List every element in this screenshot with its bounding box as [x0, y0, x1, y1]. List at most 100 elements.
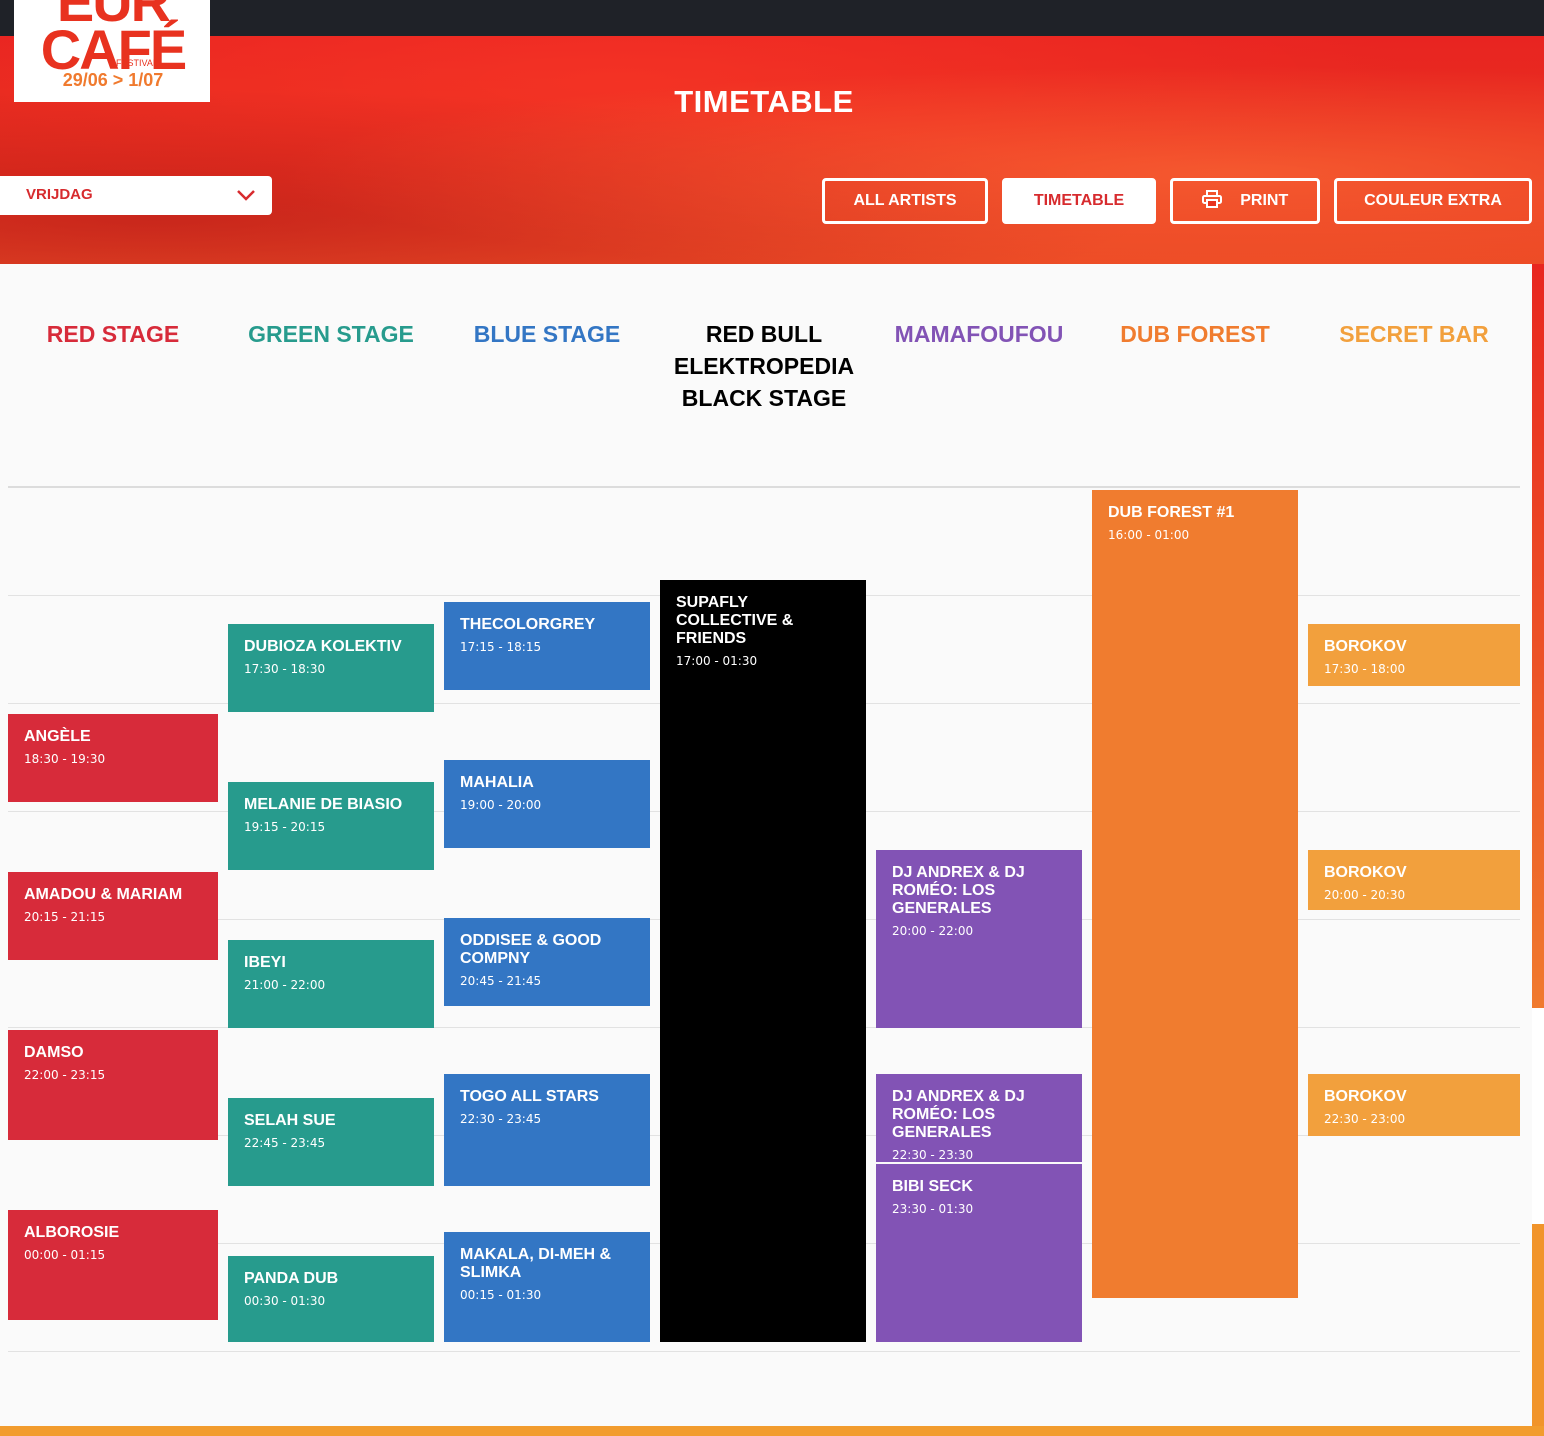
- performance-time: 22:30 - 23:45: [460, 1112, 542, 1126]
- artist-name: BIBI SECK: [892, 1178, 973, 1195]
- performance-slot[interactable]: DUBIOZA KOLEKTIV 17:30 - 18:30: [228, 624, 434, 712]
- chevron-down-icon: [237, 190, 255, 201]
- stage-header-black[interactable]: RED BULL ELEKTROPEDIA BLACK STAGE: [659, 318, 869, 414]
- performance-slot[interactable]: DUB FOREST #1 16:00 - 01:00: [1092, 490, 1298, 1298]
- printer-icon: [1201, 189, 1222, 208]
- all-artists-label: ALL ARTISTS: [853, 192, 957, 209]
- performance-time: 17:00 - 01:30: [676, 654, 758, 668]
- artist-name: BOROKOV: [1324, 638, 1407, 655]
- performance-slot[interactable]: MAHALIA 19:00 - 20:00: [444, 760, 650, 848]
- stage-header-label: BLUE STAGE: [473, 321, 621, 347]
- performance-time: 17:15 - 18:15: [460, 640, 542, 654]
- stage-header-purple[interactable]: MAMAFOUFOU: [874, 318, 1084, 350]
- performance-slot[interactable]: ANGÈLE 18:30 - 19:30: [8, 714, 218, 802]
- performance-slot[interactable]: IBEYI 21:00 - 22:00: [228, 940, 434, 1028]
- page-title: TIMETABLE: [674, 84, 854, 119]
- stage-header-blue[interactable]: BLUE STAGE: [442, 318, 652, 350]
- couleur-extra-label: COULEUR EXTRA: [1364, 192, 1502, 209]
- artist-name: DUB FOREST #1: [1108, 504, 1235, 521]
- performance-slot[interactable]: MELANIE DE BIASIO 19:15 - 20:15: [228, 782, 434, 870]
- performance-time: 00:15 - 01:30: [460, 1288, 542, 1302]
- artist-name: DUBIOZA KOLEKTIV: [244, 638, 402, 655]
- artist-name: SUPAFLY COLLECTIVE & FRIENDS: [676, 594, 794, 647]
- performance-slot[interactable]: BOROKOV 20:00 - 20:30: [1308, 850, 1520, 910]
- stage-header-label: RED BULL ELEKTROPEDIA BLACK STAGE: [673, 321, 855, 411]
- right-edge-decoration: [1532, 264, 1544, 1008]
- print-button[interactable]: PRINT: [1170, 178, 1320, 224]
- bottom-bar: [0, 1426, 1544, 1436]
- performance-time: 22:45 - 23:45: [244, 1136, 326, 1150]
- grid-line: [8, 486, 1520, 488]
- performance-slot[interactable]: PANDA DUB 00:30 - 01:30: [228, 1256, 434, 1342]
- couleur-extra-button[interactable]: COULEUR EXTRA: [1334, 178, 1532, 224]
- all-artists-button[interactable]: ALL ARTISTS: [822, 178, 988, 224]
- artist-name: DJ ANDREX & DJ ROMÉO: LOS GENERALES: [892, 864, 1025, 917]
- hero-banner: [0, 36, 1544, 264]
- timetable-button[interactable]: TIMETABLE: [1002, 178, 1156, 224]
- performance-slot[interactable]: DJ ANDREX & DJ ROMÉO: LOS GENERALES 22:3…: [876, 1074, 1082, 1162]
- stage-header-green[interactable]: GREEN STAGE: [226, 318, 436, 350]
- performance-time: 20:15 - 21:15: [24, 910, 106, 924]
- performance-slot[interactable]: ODDISEE & GOOD COMPNY 20:45 - 21:45: [444, 918, 650, 1006]
- performance-slot[interactable]: DAMSO 22:00 - 23:15: [8, 1030, 218, 1140]
- stage-header-label: MAMAFOUFOU: [894, 321, 1064, 347]
- stage-header-label: RED STAGE: [46, 321, 180, 347]
- performance-slot[interactable]: BOROKOV 17:30 - 18:00: [1308, 624, 1520, 686]
- artist-name: MELANIE DE BIASIO: [244, 796, 403, 813]
- grid-line: [8, 1351, 1520, 1352]
- artist-name: DAMSO: [24, 1044, 84, 1061]
- performance-time: 17:30 - 18:00: [1324, 662, 1406, 676]
- artist-name: AMADOU & MARIAM: [24, 886, 183, 903]
- performance-time: 00:30 - 01:30: [244, 1294, 326, 1308]
- artist-name: PANDA DUB: [244, 1270, 339, 1287]
- logo-festival: FESTIVAL: [116, 58, 158, 68]
- performance-time: 21:00 - 22:00: [244, 978, 326, 992]
- artist-name: ALBOROSIE: [24, 1224, 120, 1241]
- performance-slot[interactable]: THECOLORGREY 17:15 - 18:15: [444, 602, 650, 690]
- performance-time: 19:00 - 20:00: [460, 798, 542, 812]
- performance-slot[interactable]: ALBOROSIE 00:00 - 01:15: [8, 1210, 218, 1320]
- artist-name: MAHALIA: [460, 774, 534, 791]
- performance-time: 22:30 - 23:00: [1324, 1112, 1406, 1126]
- performance-slot[interactable]: MAKALA, DI-MEH & SLIMKA 00:15 - 01:30: [444, 1232, 650, 1342]
- stage-header-orange[interactable]: DUB FOREST: [1090, 318, 1300, 350]
- artist-name: IBEYI: [244, 954, 286, 971]
- performance-time: 22:00 - 23:15: [24, 1068, 106, 1082]
- performance-time: 16:00 - 01:00: [1108, 528, 1190, 542]
- performance-slot[interactable]: DJ ANDREX & DJ ROMÉO: LOS GENERALES 20:0…: [876, 850, 1082, 1028]
- performance-slot[interactable]: AMADOU & MARIAM 20:15 - 21:15: [8, 872, 218, 960]
- print-label: PRINT: [1240, 192, 1289, 209]
- performance-time: 23:30 - 01:30: [892, 1202, 974, 1216]
- day-select[interactable]: VRIJDAG: [0, 176, 272, 215]
- performance-time: 00:00 - 01:15: [24, 1248, 106, 1262]
- performance-slot[interactable]: TOGO ALL STARS 22:30 - 23:45: [444, 1074, 650, 1186]
- artist-name: MAKALA, DI-MEH & SLIMKA: [460, 1246, 612, 1281]
- performance-time: 20:00 - 22:00: [892, 924, 974, 938]
- performance-time: 22:30 - 23:30: [892, 1148, 974, 1162]
- performance-time: 20:45 - 21:45: [460, 974, 542, 988]
- artist-name: TOGO ALL STARS: [460, 1088, 599, 1105]
- artist-name: ODDISEE & GOOD COMPNY: [460, 932, 602, 967]
- stage-header-red[interactable]: RED STAGE: [8, 318, 218, 350]
- day-select-value: VRIJDAG: [26, 186, 93, 203]
- logo-wordmark: EUR CAFÉ: [38, 0, 188, 78]
- stage-header-yellow[interactable]: SECRET BAR: [1309, 318, 1519, 350]
- artist-name: BOROKOV: [1324, 864, 1407, 881]
- right-edge-decoration-lower: [1532, 1224, 1544, 1436]
- performance-time: 19:15 - 20:15: [244, 820, 326, 834]
- performance-slot[interactable]: BIBI SECK 23:30 - 01:30: [876, 1164, 1082, 1342]
- performance-time: 20:00 - 20:30: [1324, 888, 1406, 902]
- performance-time: 18:30 - 19:30: [24, 752, 106, 766]
- stage-header-label: SECRET BAR: [1339, 321, 1489, 347]
- performance-slot[interactable]: BOROKOV 22:30 - 23:00: [1308, 1074, 1520, 1136]
- artist-name: ANGÈLE: [24, 728, 91, 745]
- timetable-label: TIMETABLE: [1033, 192, 1125, 209]
- performance-slot[interactable]: SUPAFLY COLLECTIVE & FRIENDS 17:00 - 01:…: [660, 580, 866, 1342]
- artist-name: BOROKOV: [1324, 1088, 1407, 1105]
- stage-header-label: DUB FOREST: [1120, 321, 1270, 347]
- artist-name: SELAH SUE: [244, 1112, 336, 1129]
- performance-time: 17:30 - 18:30: [244, 662, 326, 676]
- top-bar: [0, 0, 1544, 36]
- performance-slot[interactable]: SELAH SUE 22:45 - 23:45: [228, 1098, 434, 1186]
- stage-header-label: GREEN STAGE: [248, 321, 414, 347]
